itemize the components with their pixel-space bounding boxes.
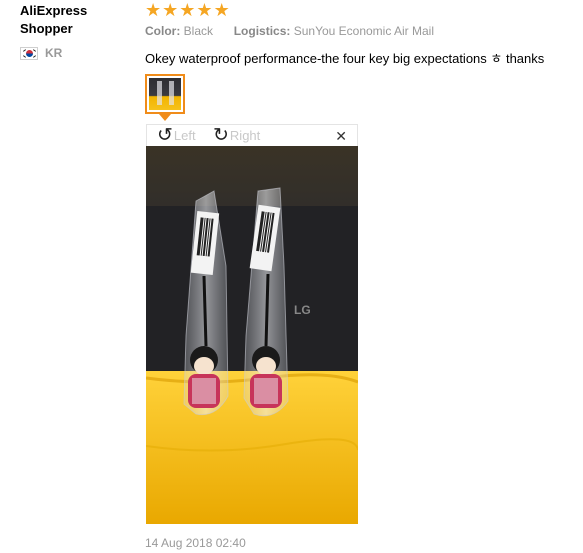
star-icon: ★ <box>213 0 230 20</box>
review-date: 14 Aug 2018 02:40 <box>145 536 246 550</box>
star-icon: ★ <box>179 0 196 20</box>
star-icon: ★ <box>162 0 179 20</box>
reviewer-country: KR <box>20 46 62 60</box>
close-icon[interactable]: ✕ <box>335 128 347 145</box>
reviewer-name: AliExpress Shopper <box>20 3 88 36</box>
rotate-right-label: Right <box>229 128 261 143</box>
rotate-right-button[interactable]: ↻ Right <box>213 126 260 145</box>
review-photo-large: LG <box>146 146 358 524</box>
logistics-value: SunYou Economic Air Mail <box>293 24 435 38</box>
star-icon: ★ <box>196 0 213 20</box>
rotate-right-icon: ↻ <box>213 125 229 146</box>
rotate-left-icon: ↺ <box>157 125 173 146</box>
image-viewer-toolbar: ↺ Left ↻ Right ✕ <box>146 124 358 146</box>
star-icon: ★ <box>145 0 162 20</box>
country-code: KR <box>45 46 63 60</box>
color-value: Black <box>183 24 214 38</box>
rating-stars: ★ ★ ★ ★ ★ <box>145 1 230 19</box>
thumbnail-pointer-icon <box>159 114 171 121</box>
logistics-label: Logistics: <box>233 24 291 38</box>
order-meta: Color: Black Logistics: SunYou Economic … <box>145 24 434 38</box>
rotate-left-label: Left <box>173 128 196 143</box>
svg-text:LG: LG <box>294 303 311 317</box>
review-photo-thumbnail[interactable] <box>145 74 185 114</box>
review-text: Okey waterproof performance-the four key… <box>145 51 545 66</box>
south-korea-flag-icon <box>20 46 38 60</box>
color-label: Color: <box>145 24 181 38</box>
rotate-left-button[interactable]: ↺ Left <box>157 126 196 145</box>
